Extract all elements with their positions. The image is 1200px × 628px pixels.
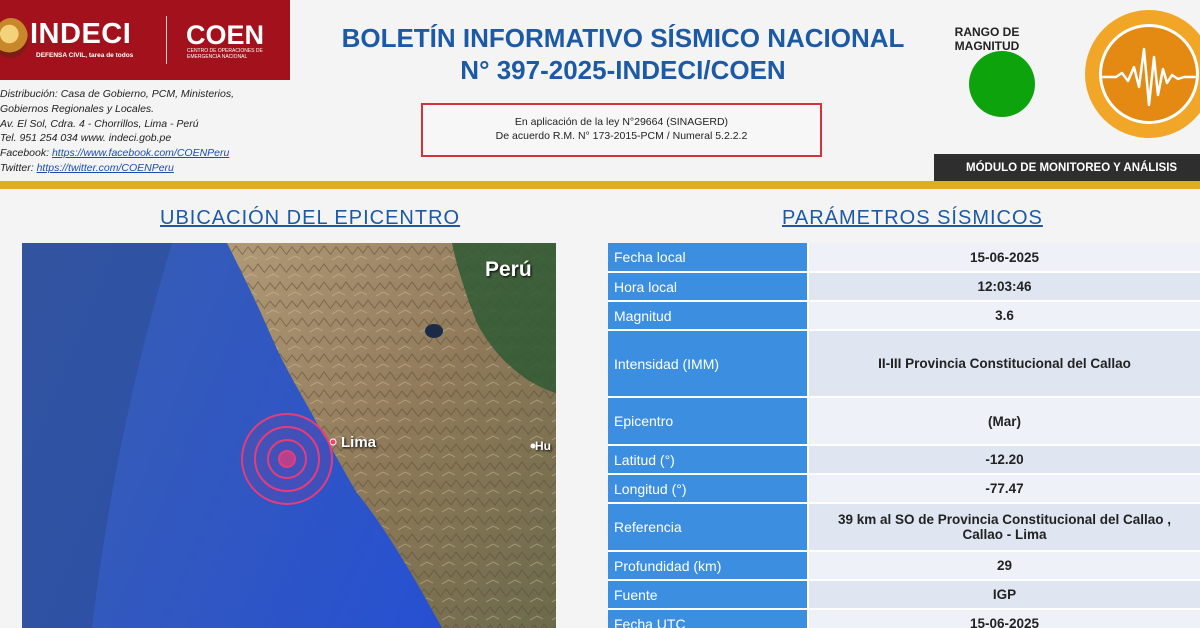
table-row: Epicentro (Mar) (608, 397, 1200, 446)
table-row: Hora local 12:03:46 (608, 272, 1200, 302)
param-label: Hora local (608, 272, 809, 302)
bulletin-number: N° 397-2025-INDECI/COEN (460, 55, 786, 85)
logo-coen-text: COEN (186, 20, 265, 50)
epicenter-target-icon (241, 413, 333, 505)
param-value-intensity: II-III Provincia Constitucional del Call… (808, 330, 1200, 398)
reference-line-2: Callao - Lima (962, 527, 1047, 542)
param-value-local-date: 15-06-2025 (808, 243, 1200, 273)
bulletin-title-line1: BOLETÍN INFORMATIVO SÍSMICO NACIONAL (341, 23, 905, 53)
param-label: Longitud (°) (608, 474, 809, 504)
seismic-parameters-table: Fecha local 15-06-2025 Hora local 12:03:… (608, 243, 1200, 628)
param-label: Magnitud (608, 301, 809, 331)
facebook-line: Facebook: https://www.facebook.com/COENP… (0, 146, 270, 161)
indeci-coen-logo: INDECI DEFENSA CIVIL, tarea de todos COE… (0, 0, 290, 80)
magnitude-range-label: RANGO DE MAGNITUD (954, 25, 1020, 53)
param-label: Intensidad (IMM) (608, 330, 809, 398)
contact-line: Distribución: Casa de Gobierno, PCM, Min… (0, 88, 235, 100)
param-value-source: IGP (808, 580, 1200, 610)
seismic-parameters-title: PARÁMETROS SÍSMICOS (782, 207, 1043, 229)
twitter-link[interactable]: https://twitter.com/COENPeru (37, 162, 174, 174)
table-row: Fecha UTC 15-06-2025 (608, 609, 1200, 628)
table-row: Profundidad (km) 29 (608, 551, 1200, 581)
param-label: Latitud (°) (608, 445, 809, 475)
magnitude-range-indicator (969, 51, 1035, 117)
contact-line: Gobiernos Regionales y Locales. (0, 102, 155, 115)
param-value-depth: 29 (808, 551, 1200, 581)
facebook-link[interactable]: https://www.facebook.com/COENPeru (52, 147, 229, 159)
table-row: Longitud (°) -77.47 (608, 474, 1200, 504)
map-city-label: Lima (341, 434, 377, 451)
contact-info: Distribución: Casa de Gobierno, PCM, Min… (0, 87, 270, 176)
map-partial-city-label: Hu (535, 439, 551, 453)
law-line-1: En aplicación de la ley N°29664 (SINAGER… (514, 116, 729, 128)
seismograph-icon (1085, 10, 1200, 138)
peru-emblem-icon (0, 18, 28, 58)
param-value-local-time: 12:03:46 (808, 272, 1200, 302)
param-label: Fecha local (608, 243, 809, 273)
epicenter-location-title: UBICACIÓN DEL EPICENTRO (160, 207, 461, 229)
twitter-label: Twitter: (0, 161, 34, 174)
bulletin-title: BOLETÍN INFORMATIVO SÍSMICO NACIONAL N° … (318, 22, 928, 86)
param-label: Fuente (608, 580, 809, 610)
law-line-2: De acuerdo R.M. N° 173-2015-PCM / Numera… (495, 130, 748, 142)
param-value-magnitude: 3.6 (808, 301, 1200, 331)
table-row: Latitud (°) -12.20 (608, 445, 1200, 475)
facebook-label: Facebook: (0, 147, 50, 160)
twitter-line: Twitter: https://twitter.com/COENPeru (0, 161, 270, 176)
contact-line: Tel. 951 254 034 www. indeci.gob.pe (0, 132, 172, 145)
param-label: Profundidad (km) (608, 551, 809, 581)
table-row: Intensidad (IMM) II-III Provincia Consti… (608, 330, 1200, 398)
law-reference-box: En aplicación de la ley N°29664 (SINAGER… (421, 103, 822, 157)
param-value-reference: 39 km al SO de Provincia Constitucional … (808, 503, 1200, 552)
param-value-utc-date: 15-06-2025 (808, 609, 1200, 628)
param-label: Epicentro (608, 397, 809, 446)
param-value-epicenter: (Mar) (808, 397, 1200, 446)
param-label: Fecha UTC (608, 609, 809, 628)
table-row: Referencia 39 km al SO de Provincia Cons… (608, 503, 1200, 552)
logo-coen-subtitle: CENTRO DE OPERACIONES DE EMERGENCIA NACI… (187, 48, 263, 60)
epicenter-map (22, 243, 556, 628)
monitoring-module-bar: MÓDULO DE MONITOREO Y ANÁLISIS (934, 154, 1200, 182)
table-row: Fuente IGP (608, 580, 1200, 610)
param-value-latitude: -12.20 (808, 445, 1200, 475)
table-row: Magnitud 3.6 (608, 301, 1200, 331)
map-country-label: Perú (485, 258, 532, 281)
table-row: Fecha local 15-06-2025 (608, 243, 1200, 273)
logo-indeci-subtitle: DEFENSA CIVIL, tarea de todos (36, 52, 134, 59)
contact-line: Av. El Sol, Cdra. 4 - Chorrillos, Lima -… (0, 117, 199, 130)
logo-divider (166, 16, 167, 64)
reference-line-1: 39 km al SO de Provincia Constitucional … (837, 512, 1172, 527)
header-divider (0, 181, 1200, 189)
logo-indeci-text: INDECI (30, 18, 132, 50)
param-label: Referencia (608, 503, 809, 552)
param-value-longitude: -77.47 (808, 474, 1200, 504)
